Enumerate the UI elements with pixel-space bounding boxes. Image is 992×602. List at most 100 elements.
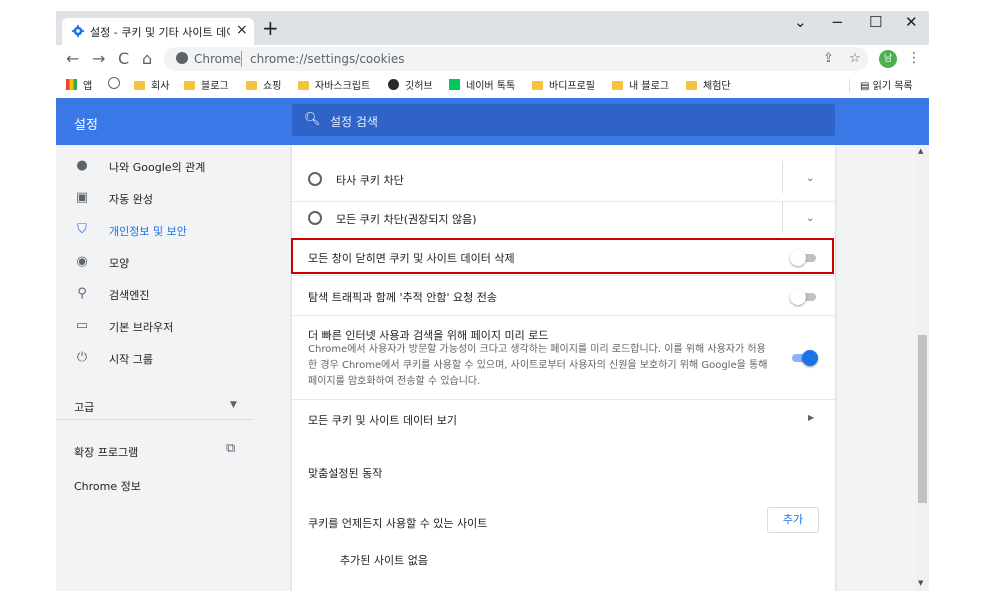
page-title: 설정 [74,118,98,133]
custom-behaviors-heading: 맞춤설정된 동작 [308,467,383,480]
toolbar: ← → C ⌂ Chrome chrome://settings/cookies… [56,45,929,73]
scroll-up-icon[interactable]: ▲ [918,147,923,155]
cookies-card: 타사 쿠키 차단 ⌄ 모든 쿠키 차단(권장되지 않음) ⌄ 모든 창이 닫히면… [291,145,835,591]
reading-list-icon: ▤ [860,81,873,92]
radio-block-all[interactable] [308,211,322,225]
external-link-icon[interactable]: ⧉ [226,441,235,456]
do-not-track-label: 탐색 트래픽과 함께 '추적 안함' 요청 전송 [308,291,497,304]
folder-icon [612,81,623,90]
folder-icon [246,81,257,90]
bookmark-folder[interactable]: 블로그 [184,77,229,93]
no-sites-label: 추가된 사이트 없음 [340,554,428,567]
sidebar-about-chrome[interactable]: Chrome 정보 [74,478,141,494]
address-url[interactable]: chrome://settings/cookies [250,52,405,66]
scrollbar-thumb[interactable] [918,335,927,503]
share-icon[interactable]: ⇪ [823,51,834,66]
power-icon: ⏻ [76,350,88,365]
reload-button[interactable]: C [118,49,129,68]
folder-icon [134,81,145,90]
bookmark-github[interactable]: 깃허브 [388,77,433,93]
folder-icon [686,81,697,90]
apps-icon [66,79,77,90]
person-icon: ● [76,158,88,173]
sidebar-item-privacy[interactable]: ⛉ 개인정보 및 보안 [56,215,261,245]
preload-title: 더 빠른 인터넷 사용과 검색을 위해 페이지 미리 로드 [308,329,549,342]
row-separator [292,315,835,316]
sidebar-extensions[interactable]: 확장 프로그램 [74,444,138,460]
bookmark-folder[interactable]: 회사 [134,77,169,93]
address-host: Chrome [194,52,242,66]
forward-button[interactable]: → [92,49,105,68]
bookmark-folder[interactable]: 쇼핑 [246,77,281,93]
window-close-button[interactable]: ✕ [905,13,918,31]
clipboard-icon: ▣ [75,190,89,205]
bookmark-folder[interactable]: 체험단 [686,77,731,93]
settings-header: 설정 🔍︎ 설정 검색 [56,98,929,145]
settings-sidebar: ● 나와 Google의 관계 ▣ 자동 완성 ⛉ 개인정보 및 보안 ◉ 모양… [56,145,261,591]
reading-list[interactable]: ▤ 읽기 목록 [860,77,913,93]
minimize-button[interactable]: − [831,13,844,31]
sidebar-item-default-browser[interactable]: ▭ 기본 브라우저 [56,311,261,341]
gear-icon [71,24,85,38]
scrollbar[interactable]: ▲ ▼ [916,145,929,591]
sidebar-item-appearance[interactable]: ◉ 모양 [56,247,261,277]
bookmark-folder[interactable]: 자바스크립트 [298,77,370,93]
search-placeholder: 설정 검색 [330,115,378,129]
avatar[interactable]: 남 [879,50,897,68]
see-all-cookies-row[interactable]: 모든 쿠키 및 사이트 데이터 보기 ▶ [292,399,835,439]
address-divider [241,51,242,67]
menu-icon[interactable]: ⋮ [907,50,921,66]
row-divider [782,161,783,193]
caret-down-icon[interactable]: ▼ [230,400,237,410]
folder-icon [532,81,543,90]
add-site-button[interactable]: 추가 [767,507,819,533]
github-icon [388,79,399,90]
radio-block-third-party[interactable] [308,172,322,186]
settings-content: ● 나와 Google의 관계 ▣ 자동 완성 ⛉ 개인정보 및 보안 ◉ 모양… [56,145,929,591]
bookmarks-bar: 앱 회사 블로그 쇼핑 자바스크립트 깃허브 네이버 톡톡 바디프로필 내 블로… [56,73,929,98]
close-icon[interactable]: × [236,22,248,38]
block-third-party-label: 타사 쿠키 차단 [336,174,404,187]
sidebar-item-search-engine[interactable]: ⚲ 검색엔진 [56,279,261,309]
new-tab-button[interactable]: + [262,16,279,40]
bookmark-apps[interactable]: 앱 [66,77,92,93]
bookmark-folder[interactable]: 바디프로필 [532,77,595,93]
search-input[interactable]: 🔍︎ 설정 검색 [292,104,835,136]
home-button[interactable]: ⌂ [142,49,152,68]
tab-settings[interactable]: 설정 - 쿠키 및 기타 사이트 데이 × [62,18,254,45]
maximize-button[interactable]: ☐ [869,13,882,31]
see-all-cookies-label: 모든 쿠키 및 사이트 데이터 보기 [308,414,458,427]
bookmark-naver[interactable]: 네이버 톡톡 [449,77,515,93]
sidebar-item-on-startup[interactable]: ⏻ 시작 그룹 [56,343,261,373]
palette-icon: ◉ [76,254,88,269]
scroll-down-icon[interactable]: ▼ [918,579,923,587]
block-all-label: 모든 쿠키 차단(권장되지 않음) [336,213,477,226]
sidebar-item-google[interactable]: ● 나와 Google의 관계 [56,151,261,181]
address-bar[interactable]: Chrome chrome://settings/cookies [164,47,868,71]
sidebar-advanced[interactable]: 고급 [74,399,94,415]
row-divider [782,201,783,233]
back-button[interactable]: ← [66,49,79,68]
chevron-down-icon[interactable]: ⌄ [806,173,814,184]
clear-on-exit-toggle[interactable] [790,250,816,266]
bookmark-globe[interactable] [108,77,126,93]
sidebar-item-autofill[interactable]: ▣ 자동 완성 [56,183,261,213]
folder-icon [184,81,195,90]
row-separator [292,201,835,202]
always-allow-label: 쿠키를 언제든지 사용할 수 있는 사이트 [308,517,488,530]
tab-title: 설정 - 쿠키 및 기타 사이트 데이 [90,26,230,39]
preload-description: Chrome에서 사용자가 방문할 가능성이 크다고 생각하는 페이지를 미리 … [308,344,768,387]
search-icon: 🔍︎ [304,112,321,127]
naver-talk-icon [449,79,460,90]
row-separator [292,275,835,276]
do-not-track-toggle[interactable] [790,289,816,305]
sidebar-divider [56,419,253,420]
chevron-right-icon: ▶ [808,413,815,422]
bookmark-folder[interactable]: 내 블로그 [612,77,669,93]
chevron-down-icon[interactable]: ⌄ [794,13,807,31]
star-icon[interactable]: ☆ [849,51,861,66]
preload-toggle[interactable] [792,350,818,366]
search-icon: ⚲ [77,286,87,301]
tab-strip: 설정 - 쿠키 및 기타 사이트 데이 × + ⌄ − ☐ ✕ [56,11,929,45]
chevron-down-icon[interactable]: ⌄ [806,213,814,224]
